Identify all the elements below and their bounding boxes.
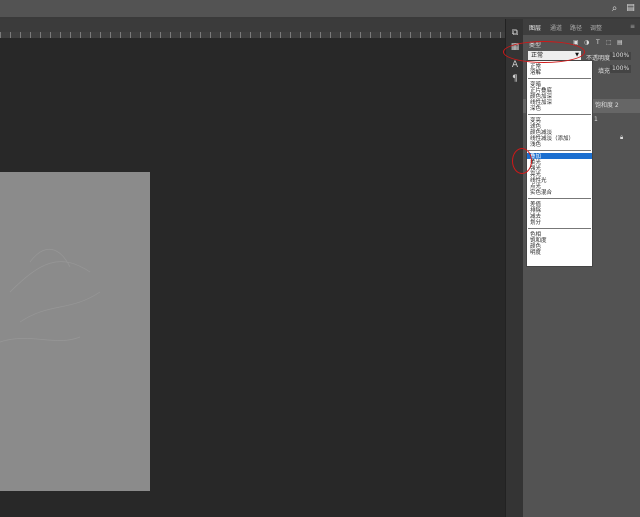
faint-sketch-lines bbox=[0, 249, 101, 343]
menu-separator bbox=[528, 114, 591, 115]
layer-name[interactable]: 饱和度 2 bbox=[595, 100, 619, 109]
blend-mode-dropdown: 正常 溶解 变暗 正片叠底 颜色加深 线性加深 深色 变亮 滤色 颜色减淡 线性减淡（添加） 浅色 叠加… bbox=[526, 60, 593, 267]
history-icon[interactable]: ⧉ bbox=[509, 27, 521, 39]
document-canvas[interactable] bbox=[0, 172, 150, 491]
blend-mode-option[interactable]: 划分 bbox=[530, 220, 541, 226]
menu-separator bbox=[528, 150, 591, 151]
annotation-ring-overlay bbox=[512, 148, 532, 174]
options-bar: ⌕ ▤ bbox=[0, 0, 640, 17]
menu-separator bbox=[528, 78, 591, 79]
fill-field[interactable]: 100% bbox=[610, 65, 632, 73]
layer-index: 1 bbox=[594, 116, 598, 123]
blend-mode-option[interactable]: 明度 bbox=[530, 250, 541, 256]
panel-menu-icon[interactable]: ≡ bbox=[630, 23, 635, 30]
annotation-ring-blend-select bbox=[503, 41, 585, 63]
document-tab-bar[interactable] bbox=[0, 19, 505, 32]
blend-mode-option[interactable]: 深色 bbox=[530, 106, 541, 112]
filter-smart-object-icon[interactable]: ▤ bbox=[617, 39, 623, 46]
opacity-field[interactable]: 100% bbox=[610, 52, 632, 60]
paragraph-icon[interactable]: ¶ bbox=[509, 73, 521, 85]
search-icon[interactable]: ⌕ bbox=[609, 3, 620, 14]
menu-separator bbox=[528, 228, 591, 229]
filter-adjustment-icon[interactable]: ◑ bbox=[584, 39, 589, 46]
filter-type-icon[interactable]: T bbox=[596, 39, 600, 46]
tab-layers[interactable]: 图层 bbox=[529, 23, 541, 32]
panel-icon-strip: ⧉ ▦ A ¶ bbox=[505, 19, 524, 517]
tab-adjustments[interactable]: 调整 bbox=[590, 23, 602, 32]
blend-mode-option[interactable]: 实色混合 bbox=[530, 190, 552, 196]
blend-mode-option[interactable]: 浅色 bbox=[530, 142, 541, 148]
workspace-icon[interactable]: ▤ bbox=[625, 3, 636, 14]
panel-tabs: 图层 通道 路径 调整 ≡ bbox=[523, 19, 640, 35]
blend-mode-option[interactable]: 溶解 bbox=[530, 70, 541, 76]
tab-paths[interactable]: 路径 bbox=[570, 23, 582, 32]
lock-icon[interactable]: 🔒︎ bbox=[620, 134, 623, 142]
filter-shape-icon[interactable]: ⬚ bbox=[606, 39, 612, 46]
tab-channels[interactable]: 通道 bbox=[550, 23, 562, 32]
menu-separator bbox=[528, 198, 591, 199]
